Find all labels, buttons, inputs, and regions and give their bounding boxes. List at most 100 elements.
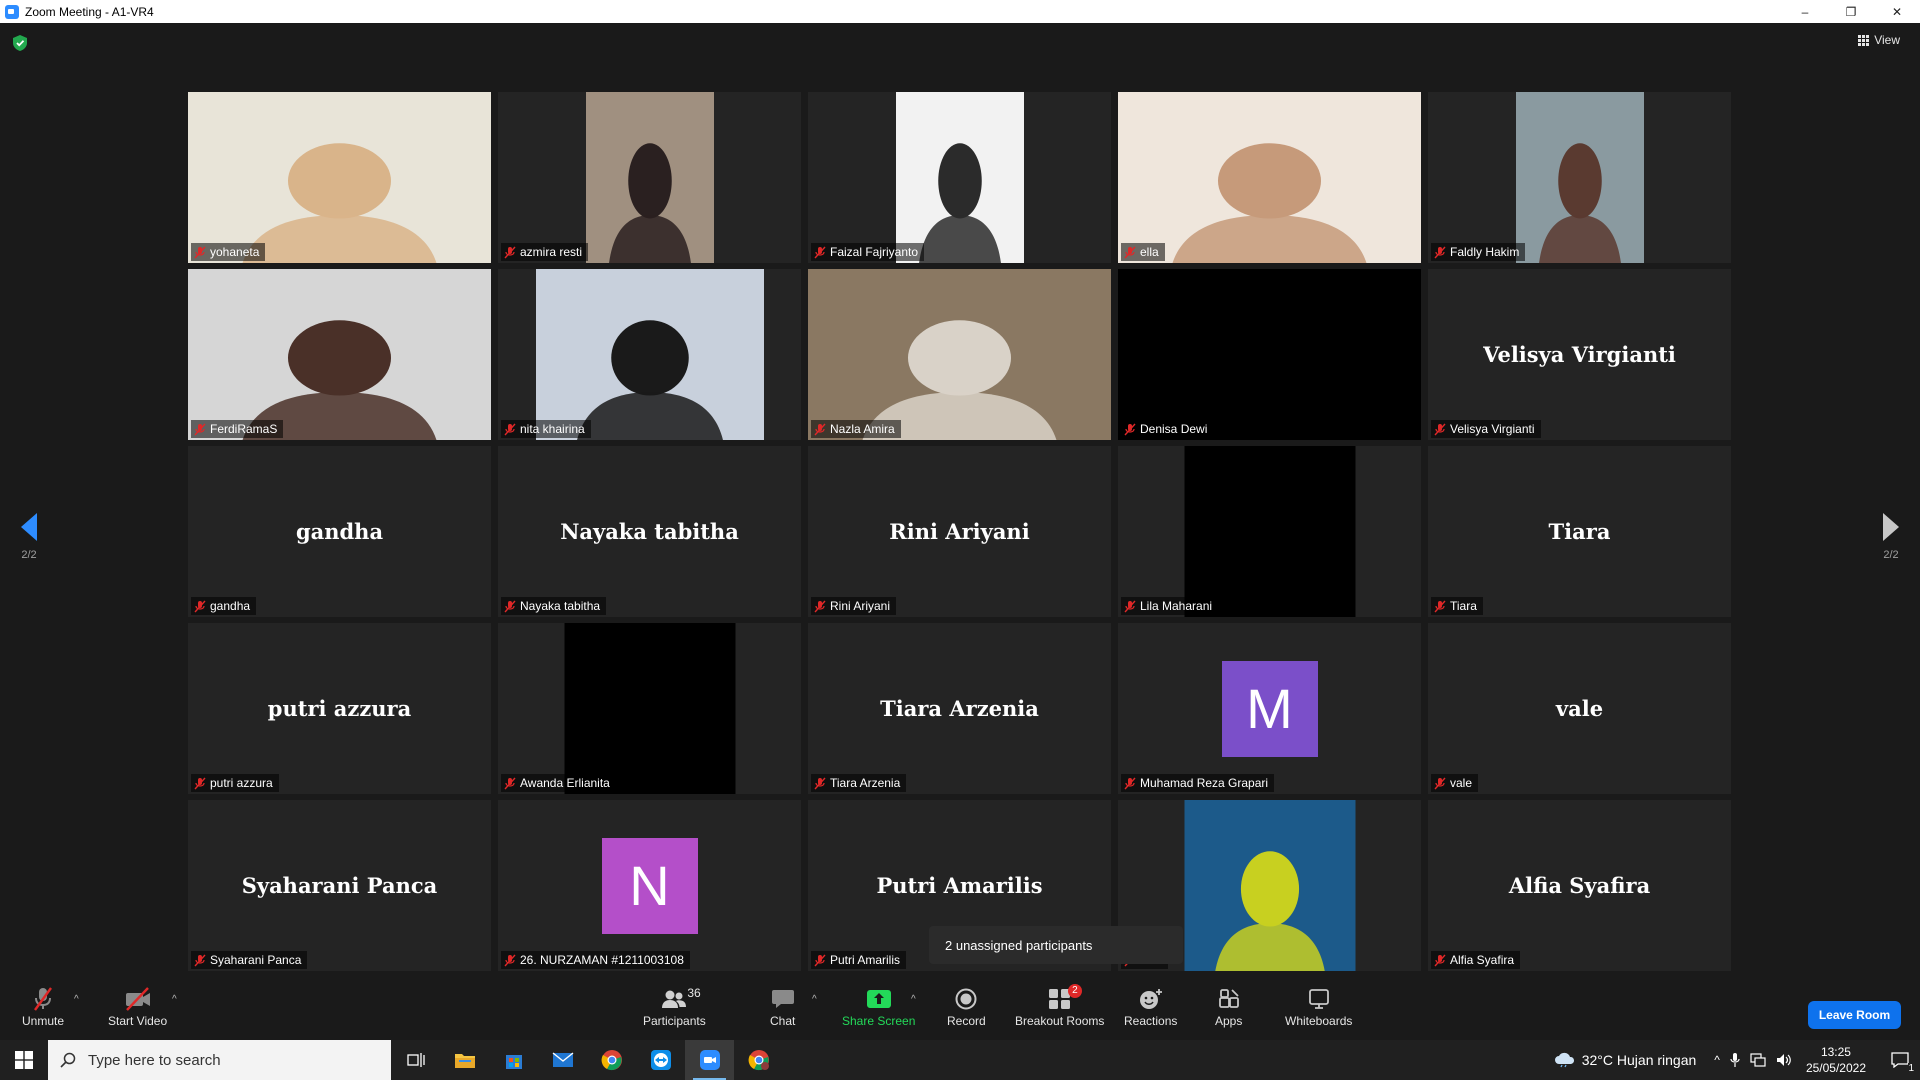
security-shield-icon[interactable] <box>13 35 27 51</box>
audio-options-caret-icon[interactable]: ^ <box>74 994 79 1005</box>
microphone-tray-icon[interactable] <box>1730 1053 1740 1067</box>
participant-name-label: FerdiRamaS <box>191 420 284 438</box>
leave-room-button[interactable]: Leave Room <box>1808 1001 1901 1029</box>
breakout-rooms-button[interactable]: 2 Breakout Rooms <box>1015 984 1105 1028</box>
zoom-taskbar-icon[interactable] <box>685 1040 734 1080</box>
participant-tile[interactable]: Velisya Virgianti Velisya Virgianti <box>1428 269 1731 440</box>
search-icon <box>60 1052 76 1068</box>
muted-microphone-icon <box>1434 777 1446 790</box>
participant-tile[interactable]: putri azzura putri azzura <box>188 623 491 794</box>
participant-video <box>188 269 491 440</box>
participant-tile[interactable]: Nayaka tabitha Nayaka tabitha <box>498 446 801 617</box>
task-view-icon[interactable] <box>391 1040 440 1080</box>
participant-tile[interactable]: M Muhamad Reza Grapari <box>1118 623 1421 794</box>
muted-microphone-icon <box>194 246 206 259</box>
start-video-button[interactable]: Start Video <box>108 986 167 1028</box>
notification-count: 1 <box>1908 1063 1914 1074</box>
participant-name: Rini Ariyani <box>830 599 891 613</box>
whiteboards-button[interactable]: Whiteboards <box>1285 986 1352 1028</box>
taskbar-search-box[interactable]: Type here to search <box>48 1040 391 1080</box>
restore-button[interactable]: ❐ <box>1828 0 1874 23</box>
previous-page-button[interactable]: 2/2 <box>14 513 44 561</box>
minimize-button[interactable]: – <box>1782 0 1828 23</box>
muted-microphone-icon <box>1434 246 1446 259</box>
smiley-plus-icon <box>1139 986 1163 1012</box>
file-explorer-icon[interactable] <box>440 1040 489 1080</box>
participant-name: Denisa Dewi <box>1140 422 1208 436</box>
participant-name-label: Syaharani Panca <box>191 951 308 969</box>
participant-video <box>808 269 1111 440</box>
participant-tile[interactable]: Faizal Fajriyanto <box>808 92 1111 263</box>
window-title: Zoom Meeting - A1-VR4 <box>25 4 154 19</box>
participant-tile[interactable]: Syaharani Panca Syaharani Panca <box>188 800 491 971</box>
apps-button[interactable]: Apps <box>1215 986 1242 1028</box>
muted-microphone-icon <box>1434 423 1446 436</box>
participant-tile[interactable]: Faldly Hakim <box>1428 92 1731 263</box>
participant-name: Lila Maharani <box>1140 599 1213 613</box>
participant-name-label: Faldly Hakim <box>1431 243 1526 261</box>
window-titlebar: Zoom Meeting - A1-VR4 – ❐ ✕ <box>0 0 1920 23</box>
participant-tile[interactable]: Tiara Arzenia Tiara Arzenia <box>808 623 1111 794</box>
participant-tile[interactable]: vale vale <box>1428 623 1731 794</box>
participant-name: Alfia Syafira <box>1450 953 1515 967</box>
video-options-caret-icon[interactable]: ^ <box>172 994 177 1005</box>
participant-name: Awanda Erlianita <box>520 776 610 790</box>
next-page-button[interactable]: 2/2 <box>1876 513 1906 561</box>
participant-tile[interactable]: azmira resti <box>498 92 801 263</box>
chat-options-caret-icon[interactable]: ^ <box>812 994 817 1005</box>
muted-microphone-icon <box>504 246 516 259</box>
taskbar-clock[interactable]: 13:25 25/05/2022 <box>1806 1044 1866 1076</box>
participant-name-label: putri azzura <box>191 774 279 792</box>
participants-button[interactable]: 36 Participants <box>643 986 706 1028</box>
muted-microphone-icon <box>814 246 826 259</box>
participant-tile[interactable]: Rini Ariyani Rini Ariyani <box>808 446 1111 617</box>
participant-name-label: Tiara Arzenia <box>811 774 907 792</box>
show-hidden-icons-icon[interactable]: ^ <box>1714 1053 1720 1067</box>
participant-video <box>1515 92 1644 263</box>
participant-tile[interactable]: FerdiRamaS <box>188 269 491 440</box>
participant-tile[interactable]: gandha gandha <box>188 446 491 617</box>
chrome-icon[interactable] <box>587 1040 636 1080</box>
share-options-caret-icon[interactable]: ^ <box>911 994 916 1005</box>
participant-tile[interactable]: Denisa Dewi <box>1118 269 1421 440</box>
participant-tile[interactable]: nita khairina <box>498 269 801 440</box>
participant-display-name: gandha <box>295 519 384 544</box>
teamviewer-icon[interactable] <box>636 1040 685 1080</box>
microsoft-store-icon[interactable] <box>489 1040 538 1080</box>
record-button[interactable]: Record <box>947 986 986 1028</box>
chrome-profile-icon[interactable] <box>734 1040 783 1080</box>
participant-name-label: Faizal Fajriyanto <box>811 243 925 261</box>
muted-microphone-icon <box>504 777 516 790</box>
participant-video <box>1184 446 1355 617</box>
weather-widget[interactable]: 32°C Hujan ringan <box>1554 1052 1697 1068</box>
breakout-rooms-label: Breakout Rooms <box>1015 1014 1105 1028</box>
share-screen-button[interactable]: Share Screen <box>842 986 915 1028</box>
muted-microphone-icon <box>1124 777 1136 790</box>
reactions-button[interactable]: Reactions <box>1124 986 1177 1028</box>
mail-icon[interactable] <box>538 1040 587 1080</box>
participant-tile[interactable]: yohaneta <box>188 92 491 263</box>
participant-tile[interactable]: Lila Maharani <box>1118 446 1421 617</box>
unmute-button[interactable]: Unmute <box>22 986 64 1028</box>
muted-microphone-icon <box>814 423 826 436</box>
weather-text: 32°C Hujan ringan <box>1581 1052 1697 1068</box>
start-button[interactable] <box>0 1040 48 1080</box>
participant-tile[interactable]: Awanda Erlianita <box>498 623 801 794</box>
participant-tile[interactable]: Nazla Amira <box>808 269 1111 440</box>
volume-icon[interactable] <box>1776 1053 1792 1067</box>
participant-name: Putri Amarilis <box>830 953 901 967</box>
close-button[interactable]: ✕ <box>1874 0 1920 23</box>
participant-name-label: Nazla Amira <box>811 420 901 438</box>
participant-display-name: putri azzura <box>267 696 412 721</box>
muted-microphone-icon <box>1124 423 1136 436</box>
chat-button[interactable]: Chat <box>770 986 795 1028</box>
window-controls: – ❐ ✕ <box>1782 0 1920 23</box>
participant-tile[interactable]: N 26. NURZAMAN #1211003108 <box>498 800 801 971</box>
participant-tile[interactable]: Tiara Tiara <box>1428 446 1731 617</box>
notification-center-button[interactable]: 1 <box>1880 1040 1920 1080</box>
participant-tile[interactable]: ella <box>1118 92 1421 263</box>
network-icon[interactable] <box>1750 1053 1766 1067</box>
view-button[interactable]: View <box>1858 33 1900 47</box>
participant-tile[interactable]: Alfia Syafira Alfia Syafira <box>1428 800 1731 971</box>
participant-video <box>895 92 1024 263</box>
